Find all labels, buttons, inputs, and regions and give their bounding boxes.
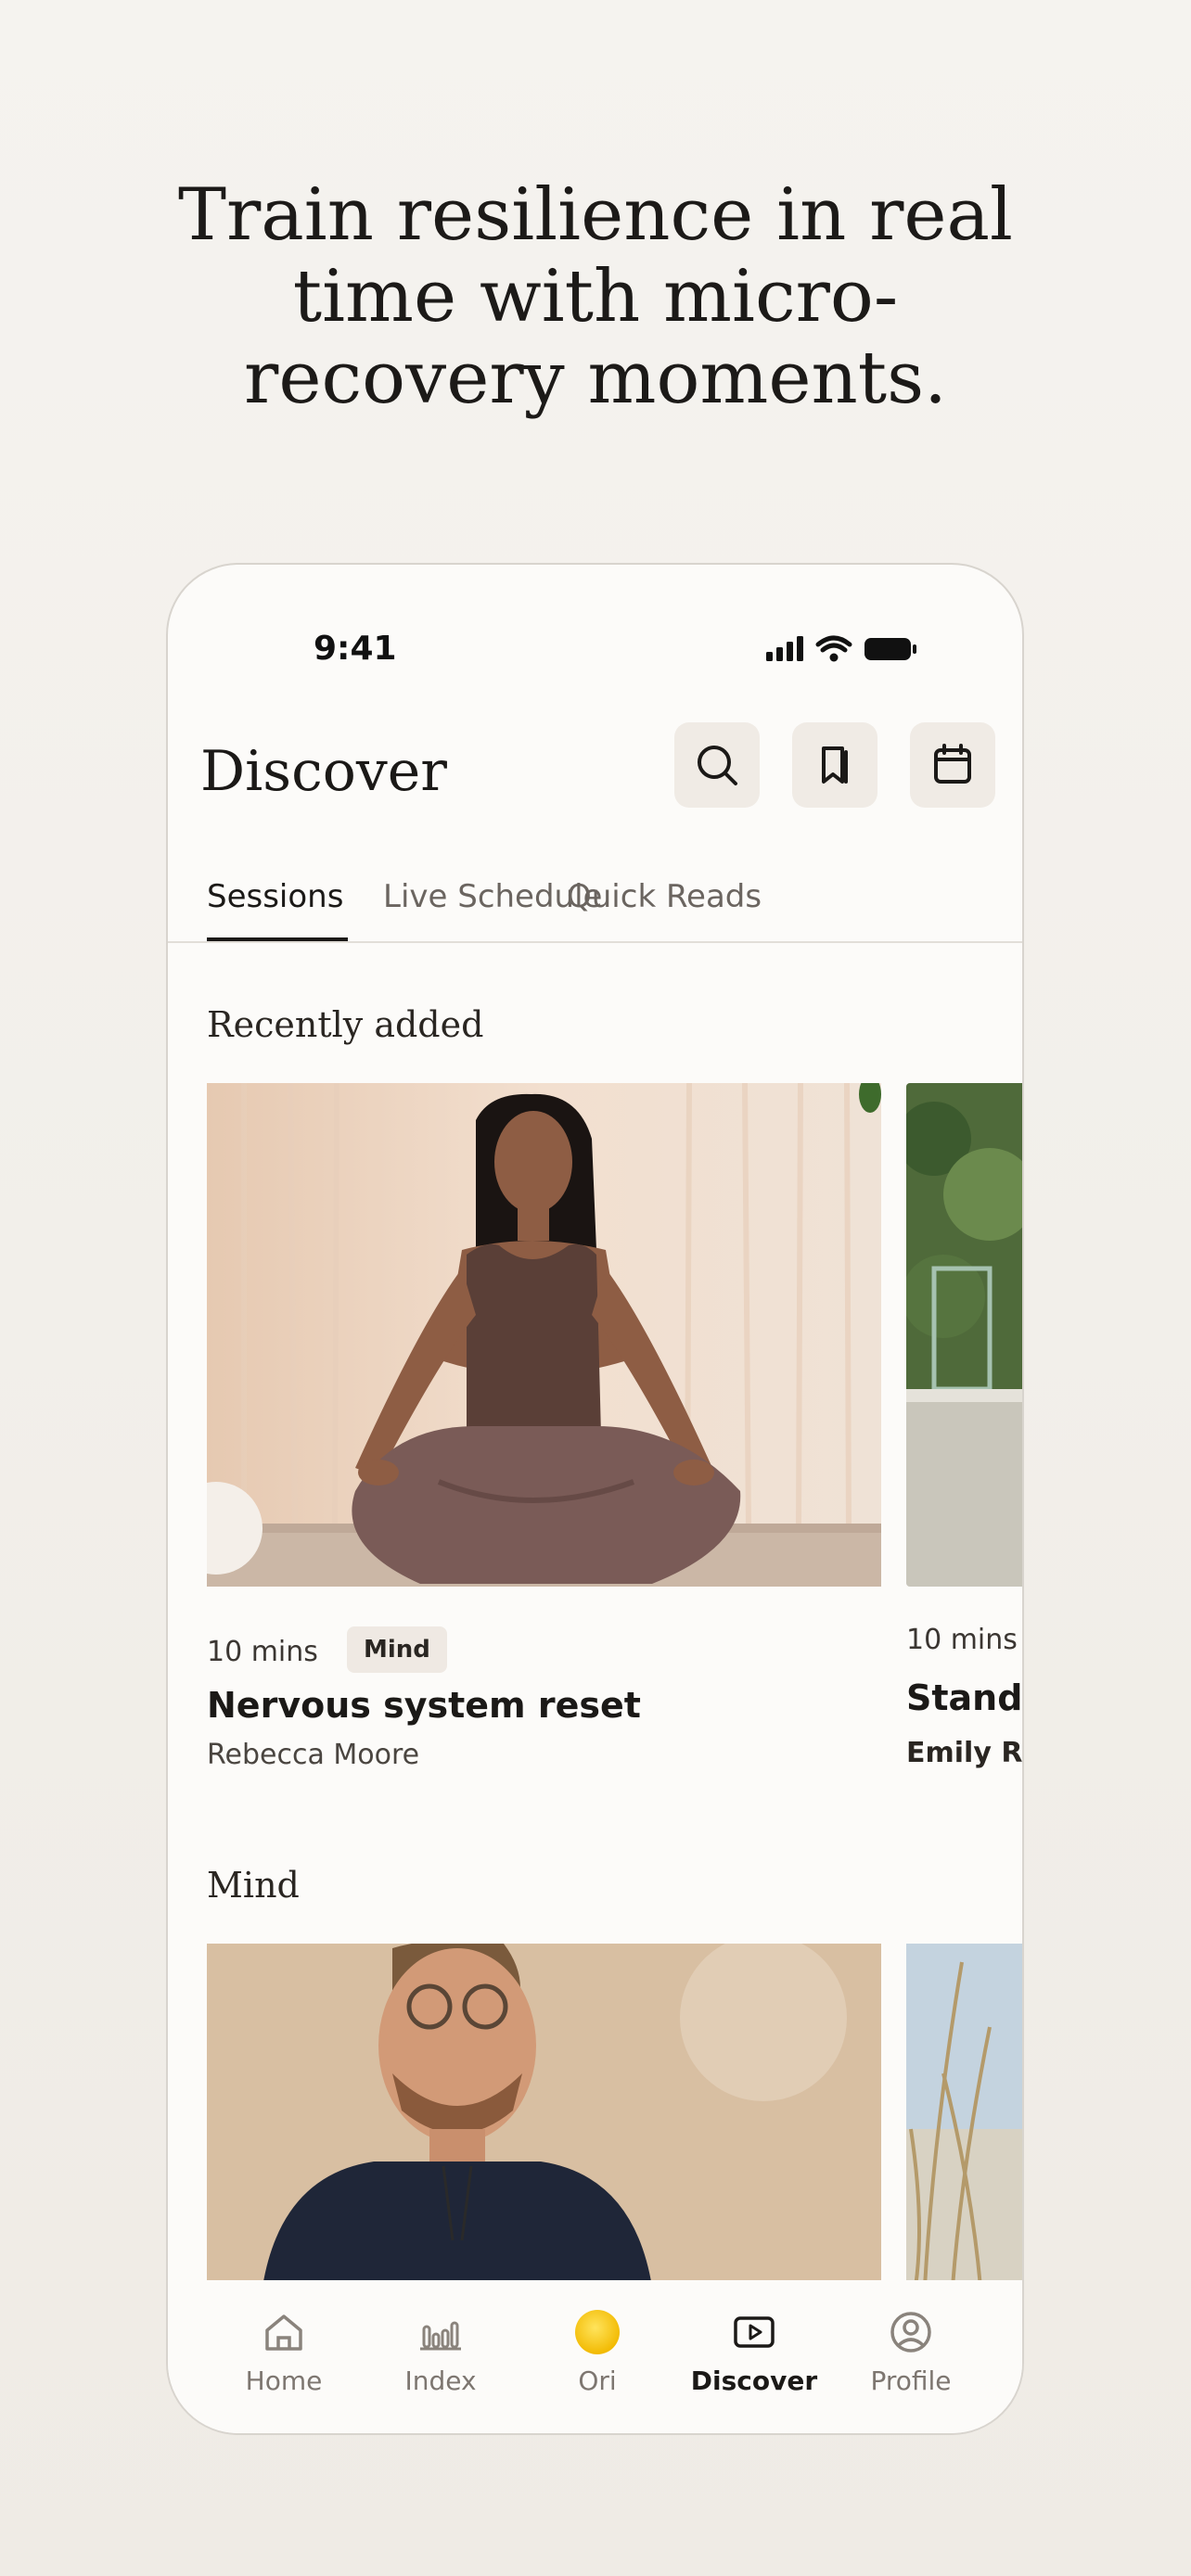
ori-sun-icon	[575, 2310, 620, 2354]
search-icon	[698, 746, 737, 785]
signal-wifi-battery-icon	[766, 635, 916, 662]
card-title[interactable]: Standi	[906, 1677, 1022, 1718]
nav-label: Index	[404, 2366, 477, 2396]
bookmark-icon	[822, 746, 848, 784]
tab-bar: Sessions Live Schedule Quick Reads	[168, 861, 1022, 943]
play-icon	[734, 2316, 775, 2348]
session-card-image[interactable]	[906, 1944, 1022, 2287]
headline-line-1: Train resilience in real	[177, 173, 1013, 257]
nav-label: Discover	[690, 2366, 818, 2396]
calendar-button[interactable]	[910, 722, 995, 808]
nav-label: Home	[245, 2366, 323, 2396]
nav-index[interactable]: Index	[366, 2308, 515, 2396]
nav-home[interactable]: Home	[210, 2308, 358, 2396]
meditation-photo	[207, 1083, 881, 1587]
session-card-image[interactable]	[906, 1083, 1022, 1587]
bottom-nav: Home Index Ori Discover Profile	[168, 2280, 1022, 2433]
profile-icon	[890, 2312, 931, 2353]
bar-chart-icon	[420, 2321, 461, 2351]
session-card-image[interactable]	[207, 1083, 881, 1587]
card-author: Emily Ro	[906, 1737, 1023, 1769]
status-icons	[764, 630, 922, 667]
session-card-image[interactable]	[207, 1944, 881, 2287]
headline-line-2: time with micro-	[292, 255, 899, 338]
home-icon	[265, 2315, 302, 2351]
phone-frame: 9:41 Discover Sessions Live Schedule Qui…	[166, 563, 1024, 2435]
category-badge: Mind	[347, 1626, 447, 1673]
bookmarks-button[interactable]	[792, 722, 877, 808]
screen: 9:41 Discover Sessions Live Schedule Qui…	[168, 565, 1023, 2433]
section-title-mind: Mind	[207, 1865, 300, 1906]
marketing-headline: Train resilience in real time with micro…	[0, 174, 1191, 419]
tab-sessions[interactable]: Sessions	[207, 878, 343, 915]
headline-line-3: recovery moments.	[244, 337, 947, 420]
card-author: Rebecca Moore	[207, 1739, 420, 1771]
nav-discover[interactable]: Discover	[680, 2308, 828, 2396]
card-duration: 10 mins	[207, 1636, 318, 1668]
active-tab-indicator	[207, 937, 348, 941]
grass-photo	[906, 1944, 1022, 2287]
nav-label: Profile	[870, 2366, 952, 2396]
card-title[interactable]: Nervous system reset	[207, 1685, 641, 1726]
calendar-icon	[934, 744, 971, 784]
page-title: Discover	[200, 739, 447, 804]
nav-ori[interactable]: Ori	[523, 2308, 672, 2396]
standing-session-photo	[906, 1083, 1022, 1587]
card-duration: 10 mins	[906, 1624, 1018, 1656]
tab-quick-reads[interactable]: Quick Reads	[567, 878, 762, 915]
search-button[interactable]	[674, 722, 760, 808]
man-portrait-photo	[207, 1944, 881, 2287]
status-time: 9:41	[314, 630, 397, 668]
nav-profile[interactable]: Profile	[837, 2308, 985, 2396]
nav-label: Ori	[578, 2366, 617, 2396]
section-title-recently-added: Recently added	[207, 1004, 484, 1045]
